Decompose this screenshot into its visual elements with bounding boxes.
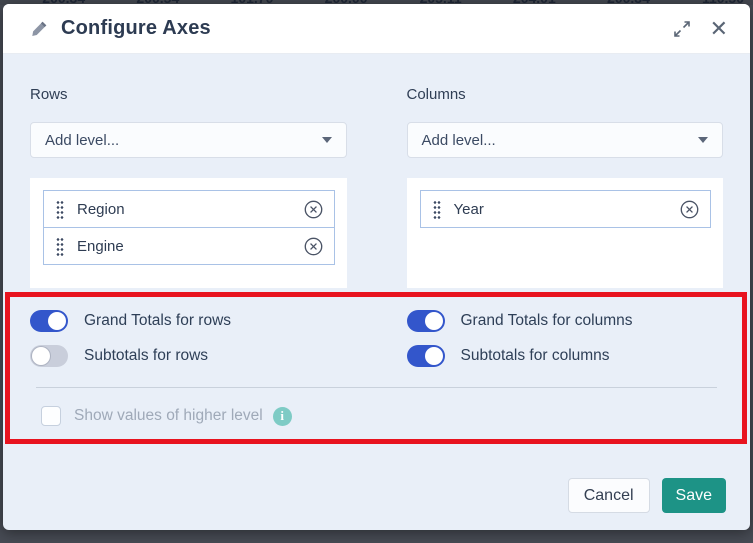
rows-level-panel: Region Engine	[30, 178, 347, 288]
columns-add-level-placeholder: Add level...	[422, 132, 496, 149]
toggle-knob	[48, 312, 66, 330]
higher-level-row: Show values of higher level i	[41, 405, 723, 427]
remove-circle-x-icon[interactable]	[303, 199, 324, 220]
chevron-down-icon	[322, 137, 332, 143]
drag-handle-icon[interactable]	[56, 200, 64, 219]
remove-circle-x-icon[interactable]	[303, 236, 324, 257]
dialog-body: Rows Add level... Region	[3, 54, 750, 530]
subtotals-rows-toggle[interactable]	[30, 345, 68, 367]
rows-section: Rows Add level... Region	[30, 87, 347, 288]
toggle-knob	[425, 347, 443, 365]
toggle-label: Grand Totals for rows	[84, 312, 231, 330]
columns-add-level-dropdown[interactable]: Add level...	[407, 122, 724, 158]
grand-totals-columns-row: Grand Totals for columns	[407, 310, 724, 332]
rows-add-level-placeholder: Add level...	[45, 132, 119, 149]
drag-handle-icon[interactable]	[433, 200, 441, 219]
dialog-title: Configure Axes	[61, 17, 211, 40]
remove-circle-x-icon[interactable]	[679, 199, 700, 220]
chevron-down-icon	[698, 137, 708, 143]
level-item-region[interactable]: Region	[43, 190, 335, 228]
columns-level-panel: Year	[407, 178, 724, 288]
show-values-checkbox[interactable]	[41, 406, 61, 426]
drag-handle-icon[interactable]	[56, 237, 64, 256]
info-icon[interactable]: i	[273, 407, 292, 426]
footer-actions: Cancel Save	[568, 478, 726, 513]
totals-section: Grand Totals for rows Grand Totals for c…	[30, 310, 723, 367]
rows-add-level-dropdown[interactable]: Add level...	[30, 122, 347, 158]
show-values-label: Show values of higher level	[74, 407, 263, 425]
toggle-label: Subtotals for columns	[461, 347, 610, 365]
grand-totals-columns-toggle[interactable]	[407, 310, 445, 332]
toggle-label: Subtotals for rows	[84, 347, 208, 365]
header-actions: ✕	[672, 18, 728, 40]
close-icon[interactable]: ✕	[710, 18, 728, 40]
toggle-knob	[32, 347, 50, 365]
toggle-label: Grand Totals for columns	[461, 312, 633, 330]
grand-totals-rows-toggle[interactable]	[30, 310, 68, 332]
toggle-knob	[425, 312, 443, 330]
axes-grid: Rows Add level... Region	[30, 87, 723, 288]
level-item-engine[interactable]: Engine	[43, 227, 335, 265]
subtotals-columns-row: Subtotals for columns	[407, 345, 724, 367]
level-item-label: Engine	[77, 238, 124, 255]
columns-label: Columns	[407, 87, 724, 102]
expand-icon[interactable]	[672, 19, 692, 39]
level-item-label: Region	[77, 201, 125, 218]
grand-totals-rows-row: Grand Totals for rows	[30, 310, 347, 332]
divider	[36, 387, 717, 388]
level-item-label: Year	[454, 201, 484, 218]
subtotals-rows-row: Subtotals for rows	[30, 345, 347, 367]
level-item-year[interactable]: Year	[420, 190, 712, 228]
rows-label: Rows	[30, 87, 347, 102]
save-button[interactable]: Save	[662, 478, 726, 513]
columns-section: Columns Add level... Year	[407, 87, 724, 288]
subtotals-columns-toggle[interactable]	[407, 345, 445, 367]
edit-pencil-icon	[31, 20, 48, 37]
cancel-button[interactable]: Cancel	[568, 478, 650, 513]
dialog-header: Configure Axes ✕	[3, 4, 750, 54]
configure-axes-dialog: Configure Axes ✕ Rows Add level...	[3, 4, 750, 530]
